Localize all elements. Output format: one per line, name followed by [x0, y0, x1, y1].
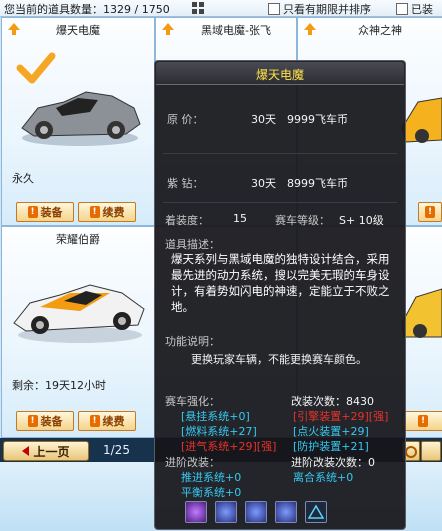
triangle-left-icon [22, 446, 30, 456]
divider [163, 202, 397, 203]
gear-icon [405, 446, 417, 458]
exclamation-icon: ! [27, 206, 38, 218]
car-level-label: 赛车等级： [275, 214, 330, 227]
car-level-value: S+ 10级 [339, 214, 384, 227]
function-label: 功能说明： [165, 335, 220, 348]
prev-page-button[interactable]: 上一页 [3, 441, 89, 461]
equip-degree-label: 着装度： [165, 214, 209, 227]
advanced-item: 平衡系统+0 [181, 486, 242, 499]
enhance-item: [点火装置+29] [293, 425, 369, 438]
enhance-item: [悬挂系统+0] [181, 410, 250, 423]
grid-view-icon[interactable] [192, 2, 204, 14]
equip-button[interactable]: ! 装备 [16, 411, 74, 431]
exclamation-icon: ! [27, 415, 38, 427]
advanced-item: 推进系统+0 [181, 471, 242, 484]
vip-price-value: 8999飞车币 [287, 177, 348, 190]
up-arrow-icon [162, 23, 174, 35]
checkbox-box[interactable] [268, 3, 280, 15]
enhance-item: [引擎装置+29][强] [293, 410, 389, 423]
expire-filter-checkbox[interactable]: 只看有期限并排序 [268, 1, 371, 17]
desc-text: 爆天系列与黑域电魔的独特设计结合，采用最先进的动力系统，搜以完美无瑕的车身设计，… [171, 252, 390, 314]
renew-button[interactable]: ! 续费 [78, 202, 136, 222]
equipped-filter-checkbox[interactable]: 已装 [396, 1, 433, 17]
vip-price-label: 紫 钻： [167, 177, 204, 190]
exclamation-icon: ! [89, 206, 100, 218]
item-card-4[interactable]: 荣耀伯爵 剩余：19天12小时 ! 装备 ! 续费 [1, 226, 155, 438]
exclamation-icon: ! [425, 206, 435, 218]
equip-button[interactable]: ! [418, 202, 442, 222]
item-tooltip: 爆天电魔 原 价： 30天 9999飞车币 紫 钻： 30天 8999飞车币 着… [154, 60, 406, 530]
purple-orb-icon [185, 501, 207, 523]
price-days: 30天 [251, 113, 276, 126]
tooltip-title: 爆天电魔 [255, 68, 304, 82]
enhance-item: [进气系统+29][强] [181, 440, 277, 453]
desc-label: 道具描述： [165, 238, 220, 251]
car-orange-image [13, 284, 145, 343]
item-name: 荣耀伯爵 [56, 233, 100, 246]
divider [163, 153, 397, 154]
advanced-item: 离合系统+0 [293, 471, 354, 484]
expire-filter-label: 只看有期限并排序 [283, 3, 371, 16]
blue-flame-icon [275, 501, 297, 523]
item-count: 您当前的道具数量：1329 / 1750 [4, 3, 170, 16]
remaining-time: 剩余：19天12小时 [12, 379, 106, 392]
equipped-filter-label: 已装 [411, 3, 433, 16]
advanced-mod-count: 进阶改装次数：0 [291, 456, 375, 469]
item-name: 爆天电魔 [56, 24, 100, 37]
next-page-button[interactable] [421, 441, 441, 461]
duration-text: 永久 [12, 172, 34, 185]
enhance-item: [防护装置+21] [293, 440, 369, 453]
exclamation-icon: ! [418, 415, 428, 427]
exclamation-icon: ! [89, 415, 100, 427]
item-name: 黑域电魔-张飞 [201, 24, 271, 37]
enhance-item: [燃料系统+27] [181, 425, 257, 438]
mod-count: 改装次数：8430 [291, 395, 374, 408]
checkbox-box[interactable] [396, 3, 408, 15]
up-arrow-icon [304, 23, 316, 35]
equip-degree-value: 15 [233, 212, 247, 225]
blue-wing-icon [245, 501, 267, 523]
car-silver-image [21, 91, 141, 146]
price-value: 9999飞车币 [287, 113, 348, 126]
top-bar: 您当前的道具数量：1329 / 1750 只看有期限并排序 已装 [0, 0, 442, 17]
function-text: 更换玩家车辆，不能更换赛车颜色。 [191, 353, 367, 366]
equip-button[interactable]: ! 装备 [16, 202, 74, 222]
renew-button[interactable]: ! 续费 [78, 411, 136, 431]
item-card-1[interactable]: 爆天电魔 永久 ! 装备 ! 续费 [1, 17, 155, 226]
enhance-label: 赛车强化： [165, 395, 220, 408]
price-label: 原 价： [167, 113, 204, 126]
triangle-icon [305, 501, 327, 523]
page-indicator: 1/25 [103, 443, 130, 457]
item-name: 众神之神 [358, 24, 402, 37]
blue-gear-icon [215, 501, 237, 523]
vip-price-days: 30天 [251, 177, 276, 190]
renew-button[interactable]: ! [402, 411, 442, 431]
advanced-mod-label: 进阶改装： [165, 456, 220, 469]
